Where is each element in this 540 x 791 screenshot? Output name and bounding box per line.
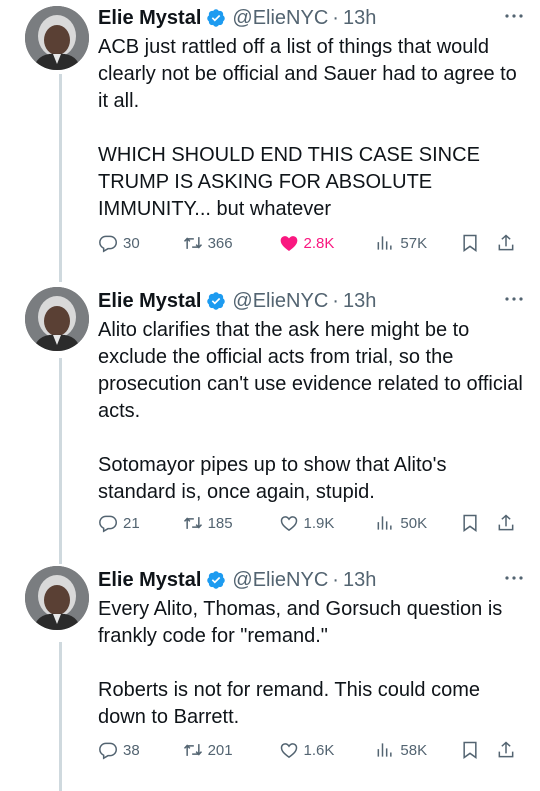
repost-icon	[183, 517, 202, 529]
tweet-actions: 30 366 2.8K 57K	[98, 229, 516, 257]
reply-button[interactable]: 38	[98, 740, 175, 760]
views-button[interactable]: 50K	[375, 513, 452, 533]
thread-connector	[59, 358, 62, 564]
display-name[interactable]: Elie Mystal	[98, 569, 201, 592]
like-button[interactable]: 1.9K	[279, 513, 370, 533]
tweet-paragraph: ACB just rattled off a list of things th…	[98, 36, 517, 112]
avatar[interactable]	[25, 566, 89, 630]
tweet-paragraph: Alito clarifies that the ask here might …	[98, 319, 523, 422]
tweet-actions: 38 201 1.6K 58K	[98, 736, 516, 764]
tweet-text: Alito clarifies that the ask here might …	[98, 317, 526, 506]
tweet-text: Every Alito, Thomas, and Gorsuch questio…	[98, 596, 526, 731]
heart-icon	[280, 743, 297, 759]
tweet-text: ACB just rattled off a list of things th…	[98, 34, 526, 223]
heart-filled-icon	[280, 236, 297, 251]
display-name[interactable]: Elie Mystal	[98, 7, 201, 30]
more-options-icon[interactable]	[502, 6, 526, 26]
thread-connector	[59, 74, 62, 282]
views-chart-icon	[378, 236, 393, 250]
more-options-icon[interactable]	[502, 289, 526, 309]
timestamp[interactable]: 13h	[343, 569, 376, 592]
like-button[interactable]: 2.8K	[279, 233, 370, 253]
view-count: 58K	[400, 741, 428, 759]
share-icon	[498, 741, 514, 758]
reply-button[interactable]: 21	[98, 513, 175, 533]
tweet-actions: 21 185 1.9K 50K	[98, 509, 516, 537]
thread-connector	[59, 642, 62, 791]
verified-badge-icon	[207, 292, 226, 310]
repost-count: 366	[207, 234, 233, 252]
reply-count: 30	[123, 234, 140, 252]
repost-icon	[183, 744, 202, 756]
separator-dot: ·	[332, 568, 339, 591]
repost-icon	[183, 237, 202, 249]
bookmark-button[interactable]	[460, 513, 480, 533]
share-button[interactable]	[496, 740, 516, 760]
repost-count: 185	[207, 514, 233, 532]
reply-button[interactable]: 30	[98, 233, 175, 253]
share-button[interactable]	[496, 513, 516, 533]
view-count: 50K	[400, 514, 428, 532]
avatar[interactable]	[25, 287, 89, 351]
bookmark-button[interactable]	[460, 740, 480, 760]
repost-count: 201	[207, 741, 233, 759]
timestamp[interactable]: 13h	[343, 290, 376, 313]
user-handle[interactable]: @ElieNYC	[232, 7, 328, 30]
like-button[interactable]: 1.6K	[279, 740, 370, 760]
share-button[interactable]	[496, 233, 516, 253]
like-count: 1.6K	[303, 741, 335, 759]
views-chart-icon	[378, 743, 393, 757]
reply-icon	[99, 235, 118, 253]
separator-dot: ·	[332, 6, 339, 29]
like-count: 1.9K	[303, 514, 335, 532]
share-icon	[498, 514, 514, 531]
views-button[interactable]: 58K	[375, 740, 452, 760]
repost-button[interactable]: 366	[183, 233, 274, 253]
heart-icon	[280, 516, 297, 532]
tweet-paragraph: Every Alito, Thomas, and Gorsuch questio…	[98, 598, 503, 647]
tweet-paragraph: Sotomayor pipes up to show that Alito's …	[98, 454, 447, 503]
views-button[interactable]: 57K	[375, 233, 452, 253]
reply-count: 38	[123, 741, 140, 759]
avatar[interactable]	[25, 6, 89, 70]
bookmark-icon	[463, 234, 477, 252]
like-count: 2.8K	[303, 234, 335, 252]
more-options-icon[interactable]	[502, 568, 526, 588]
verified-badge-icon	[207, 9, 226, 27]
display-name[interactable]: Elie Mystal	[98, 290, 201, 313]
repost-button[interactable]: 201	[183, 740, 274, 760]
views-chart-icon	[378, 516, 393, 530]
user-handle[interactable]: @ElieNYC	[232, 569, 328, 592]
tweet-paragraph: Roberts is not for remand. This could co…	[98, 679, 481, 728]
tweet-paragraph: WHICH SHOULD END THIS CASE SINCE TRUMP I…	[98, 144, 480, 220]
verified-badge-icon	[207, 571, 226, 589]
view-count: 57K	[400, 234, 428, 252]
bookmark-button[interactable]	[460, 233, 480, 253]
separator-dot: ·	[332, 289, 339, 312]
reply-count: 21	[123, 514, 140, 532]
repost-button[interactable]: 185	[183, 513, 274, 533]
bookmark-icon	[463, 514, 477, 532]
bookmark-icon	[463, 741, 477, 759]
reply-icon	[99, 515, 118, 533]
timestamp[interactable]: 13h	[343, 7, 376, 30]
reply-icon	[99, 742, 118, 760]
share-icon	[498, 234, 514, 251]
user-handle[interactable]: @ElieNYC	[232, 290, 328, 313]
